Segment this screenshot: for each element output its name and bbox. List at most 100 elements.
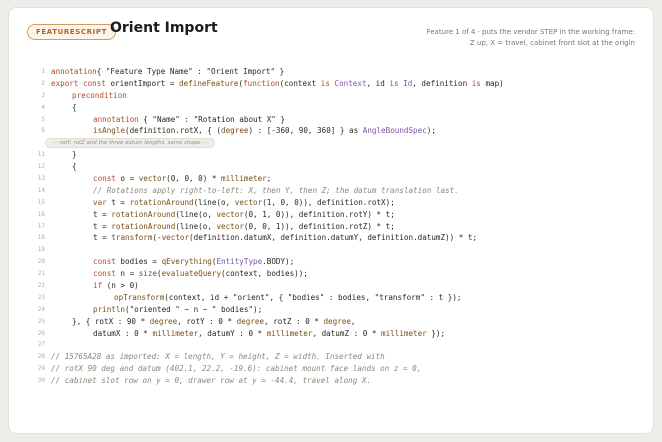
line-number: 24 — [37, 305, 45, 313]
code-editor[interactable]: 1 annotation{ "Feature Type Name" : "Orie… — [9, 66, 653, 387]
code-token: ) : [-360, 90, 360] } as — [248, 126, 363, 136]
code-token: datumX : 0 * — [93, 328, 153, 338]
line-number: 20 — [37, 258, 45, 266]
code-token: // cabinet slot row on y = 0, drawer row… — [51, 376, 372, 386]
line-text: t = rotationAround(line(o, vector(0, 1, … — [93, 209, 395, 221]
code-line: 21 const n = size(evaluateQuery(context, … — [9, 268, 653, 280]
code-token: (definition.rotX, { ( — [125, 126, 222, 136]
code-token: }); — [426, 328, 446, 338]
code-token: , datumZ : 0 * — [312, 328, 382, 338]
code-token: t = — [93, 221, 112, 231]
code-token: millimeter — [152, 328, 199, 338]
line-text: const o = vector(0, 0, 0) * millimeter; — [93, 173, 271, 185]
line-text: datumX : 0 * millimeter, datumY : 0 * mi… — [93, 328, 445, 340]
subtitle-line-2: Z up, X = travel, cabinet front slot at … — [469, 39, 635, 47]
line-number: 30 — [37, 377, 45, 385]
line-text: } — [72, 149, 77, 161]
line-text: export const orientImport = defineFeatur… — [51, 78, 504, 90]
code-token: if — [93, 281, 103, 291]
code-line: 19 — [9, 244, 653, 256]
code-token: (1, 0, 0)), definition.rotX); — [262, 197, 395, 207]
code-token: rotationAround — [111, 209, 176, 219]
code-line: 20 const bodies = qEverything(EntityType.… — [9, 256, 653, 268]
code-token: .BODY); — [262, 257, 295, 267]
subtitle-line-1: Feature 1 of 4 · puts the vendor STEP in… — [426, 28, 635, 36]
code-token: var — [93, 197, 107, 207]
code-token: millimeter — [381, 328, 427, 338]
code-token: o = — [115, 174, 139, 184]
line-number: 2 — [41, 79, 45, 87]
code-token: defineFeature — [179, 78, 239, 88]
line-text: if (n > 0) — [93, 280, 139, 292]
line-text: isAngle(definition.rotX, { (degree) : [-… — [93, 125, 436, 137]
code-token: (- — [152, 233, 162, 243]
code-token: ; — [266, 174, 272, 184]
feature-subtitle: Feature 1 of 4 · puts the vendor STEP in… — [385, 27, 635, 49]
line-number: 12 — [37, 163, 45, 171]
code-line: 25}, { rotX : 90 * degree, rotY : 0 * de… — [9, 316, 653, 328]
line-number: 28 — [37, 353, 45, 361]
code-token: const — [93, 174, 116, 184]
code-token: t = — [106, 197, 130, 207]
code-line: 23 opTransform(context, id + "orient", { … — [9, 292, 653, 304]
code-token: ("oriented " ~ n ~ " bodies"); — [125, 304, 263, 314]
code-token: { "Name" : "Rotation about X" } — [138, 114, 286, 124]
line-number: 5 — [41, 115, 45, 123]
code-token: (definition.datumX, definition.datumY, d… — [189, 233, 478, 243]
line-text: opTransform(context, id + "orient", { "b… — [114, 292, 461, 304]
code-token: (0, 0, 1)), definition.rotZ) * t; — [243, 221, 395, 231]
fold-placeholder[interactable]: ··· rotY, rotZ and the three datum lengt… — [45, 138, 216, 149]
feature-title: Orient Import — [110, 20, 218, 36]
line-number: 23 — [37, 293, 45, 301]
code-token: export const — [51, 78, 106, 88]
code-token: , rotY : 0 * — [177, 316, 237, 326]
code-token: { "Feature Type Name" : "Orient Import" … — [96, 67, 285, 76]
code-token: is — [320, 78, 330, 88]
line-text: const n = size(evaluateQuery(context, bo… — [93, 268, 308, 280]
code-token: n = — [115, 269, 139, 279]
code-token: (n > 0) — [102, 281, 139, 291]
code-token: Id — [403, 78, 413, 88]
code-token: qEverything — [161, 257, 212, 267]
code-token: t = — [93, 209, 112, 219]
code-line: 17 t = rotationAround(line(o, vector(0, 0… — [9, 221, 653, 233]
code-token: (context, bodies)); — [221, 269, 308, 279]
code-token: , datumY : 0 * — [198, 328, 267, 338]
code-line: 18 t = transform(-vector(definition.datum… — [9, 232, 653, 244]
line-text: println("oriented " ~ n ~ " bodies"); — [93, 304, 262, 316]
line-text: t = transform(-vector(definition.datumX,… — [93, 232, 477, 244]
code-line: 26 datumX : 0 * millimeter, datumY : 0 * … — [9, 328, 653, 340]
code-line: 3 precondition — [9, 90, 653, 102]
code-line: 1 annotation{ "Feature Type Name" : "Orie… — [9, 66, 653, 78]
code-line: 28 // 15765A28 as imported: X = length, Y… — [9, 351, 653, 363]
code-token: annotation — [51, 67, 97, 76]
code-token: function — [243, 78, 280, 88]
line-text: precondition — [72, 90, 127, 102]
line-number: 21 — [37, 270, 45, 278]
line-text: }, { rotX : 90 * degree, rotY : 0 * degr… — [72, 316, 356, 328]
code-line: 14 // Rotations apply right-to-left: X, t… — [9, 185, 653, 197]
code-token: t = — [93, 233, 112, 243]
line-number: 15 — [37, 198, 45, 206]
code-token: transform — [111, 233, 153, 243]
line-text: t = rotationAround(line(o, vector(0, 0, … — [93, 221, 395, 233]
line-text: const bodies = qEverything(EntityType.BO… — [93, 256, 294, 268]
line-text: annotation { "Name" : "Rotation about X"… — [93, 114, 285, 126]
code-line: 4{ — [9, 102, 653, 114]
line-number: 6 — [41, 127, 45, 135]
line-text: annotation{ "Feature Type Name" : "Orien… — [51, 66, 284, 78]
code-token: (context, id + "orient", { "bodies" : bo… — [164, 292, 462, 302]
code-line: 30 // cabinet slot row on y = 0, drawer r… — [9, 375, 653, 387]
code-token: (context — [279, 78, 321, 88]
code-token: , — [350, 316, 356, 326]
line-number: 13 — [37, 175, 45, 183]
line-text: { — [72, 161, 77, 173]
code-token: // 15765A28 as imported: X = length, Y =… — [51, 352, 385, 362]
line-number: 26 — [37, 329, 45, 337]
code-token: evaluateQuery — [161, 269, 222, 279]
code-token: precondition — [72, 90, 127, 100]
line-number: 1 — [41, 68, 45, 75]
code-token: , id — [366, 78, 390, 88]
code-token: } — [72, 150, 77, 160]
code-token: orientImport = — [105, 78, 180, 88]
